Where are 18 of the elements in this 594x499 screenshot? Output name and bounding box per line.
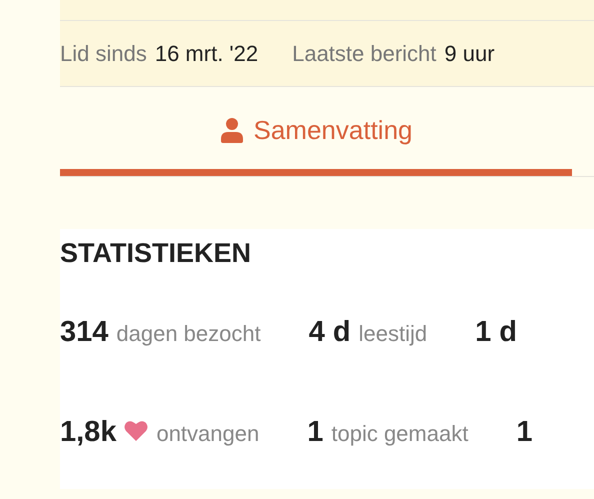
stat-label: topic gemaakt <box>331 420 468 448</box>
stat-label: dagen bezocht <box>116 320 261 348</box>
stat-value: 4 d <box>308 315 351 350</box>
stat-value: 1 <box>516 414 532 450</box>
summary-tab[interactable]: Samenvatting <box>60 87 572 176</box>
stat-value: 1 d <box>475 315 518 350</box>
section-title: STATISTIEKEN <box>60 237 252 269</box>
info-value: 9 uur <box>444 40 495 68</box>
info-label: Lid sinds <box>60 40 147 68</box>
stat-value: 1,8k <box>60 414 116 450</box>
stat-value: 1 <box>307 414 324 450</box>
heart-icon <box>124 420 148 440</box>
info-value: 16 mrt. '22 <box>154 40 258 68</box>
stat-label: ontvangen <box>156 420 260 448</box>
stat-label: leestijd <box>358 320 428 348</box>
user-icon <box>220 117 244 143</box>
stat-value: 314 <box>60 315 108 350</box>
info-label: Laatste bericht <box>292 40 436 68</box>
